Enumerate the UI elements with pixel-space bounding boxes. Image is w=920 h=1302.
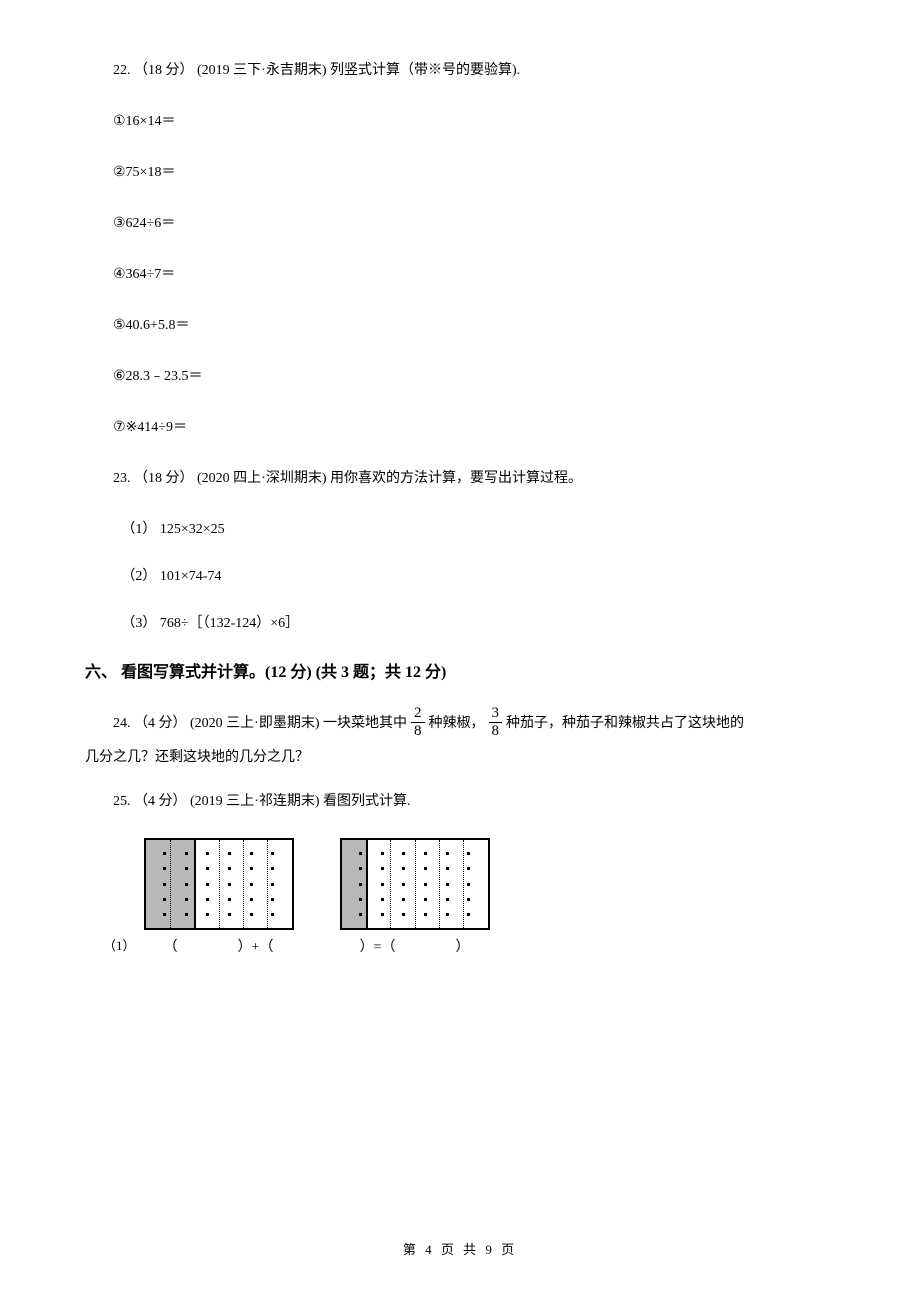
q22-item-4: ④364÷7＝ (85, 264, 835, 285)
q25-header: 25. （4 分） (2019 三上·祁连期末) 看图列式计算. (85, 791, 835, 812)
q22-header: 22. （18 分） (2019 三下·永吉期末) 列竖式计算（带※号的要验算)… (85, 60, 835, 81)
q22-item-1: ①16×14＝ (85, 111, 835, 132)
dot-box-left (144, 838, 294, 930)
section-6-heading: 六、 看图写算式并计算。(12 分) (共 3 题；共 12 分) (85, 660, 835, 686)
fraction-denominator: 8 (489, 722, 503, 739)
q22-item-7: ⑦※414÷9＝ (85, 417, 835, 438)
dot-box-right (340, 838, 490, 930)
paren-open: （ (164, 936, 178, 956)
q24-block: 24. （4 分） (2020 三上·即墨期末) 一块菜地其中 2 8 种辣椒，… (85, 708, 835, 772)
q24-line2: 几分之几？还剩这块地的几分之几？ (85, 745, 835, 772)
figure-right-column: ）=（ ） (340, 838, 490, 956)
fraction-2-8: 2 8 (411, 706, 425, 739)
expr-right: ）=（ ） (360, 936, 470, 956)
expr-left: （ ）+（ (164, 936, 274, 956)
q22-item-2: ②75×18＝ (85, 162, 835, 183)
fraction-numerator: 3 (489, 706, 503, 722)
q22-item-3: ③624÷6＝ (85, 213, 835, 234)
paren-close: ） (455, 936, 469, 956)
q25-figure: （1） （ ）+（ (103, 838, 835, 956)
q22-item-5: ⑤40.6+5.8＝ (85, 315, 835, 336)
q23-item-2: （2） 101×74-74 (85, 566, 835, 587)
dot-grid (350, 846, 480, 922)
q22-item-6: ⑥28.3﹣23.5＝ (85, 366, 835, 387)
paren-close-equals-open: ）=（ (360, 936, 396, 956)
page-footer: 第 4 页 共 9 页 (0, 1239, 920, 1258)
q23-header: 23. （18 分） (2020 四上·深圳期末) 用你喜欢的方法计算，要写出计… (85, 468, 835, 489)
q23-item-3: （3） 768÷［（132-124）×6］ (85, 613, 835, 634)
figure-left-column: （ ）+（ (144, 838, 294, 956)
q24-mid2: 种茄子，种茄子和辣椒共占了这块地的 (506, 711, 744, 738)
fraction-3-8: 3 8 (489, 706, 503, 739)
q25-sub-label: （1） (103, 935, 136, 956)
q23-item-1: （1） 125×32×25 (85, 519, 835, 540)
fraction-denominator: 8 (411, 722, 425, 739)
dot-grid (154, 846, 284, 922)
q24-lead: 24. （4 分） (2020 三上·即墨期末) 一块菜地其中 (85, 711, 407, 738)
fraction-numerator: 2 (411, 706, 425, 722)
q24-mid1: 种辣椒， (429, 711, 485, 738)
paren-close-plus-open: ）+（ (238, 936, 274, 956)
